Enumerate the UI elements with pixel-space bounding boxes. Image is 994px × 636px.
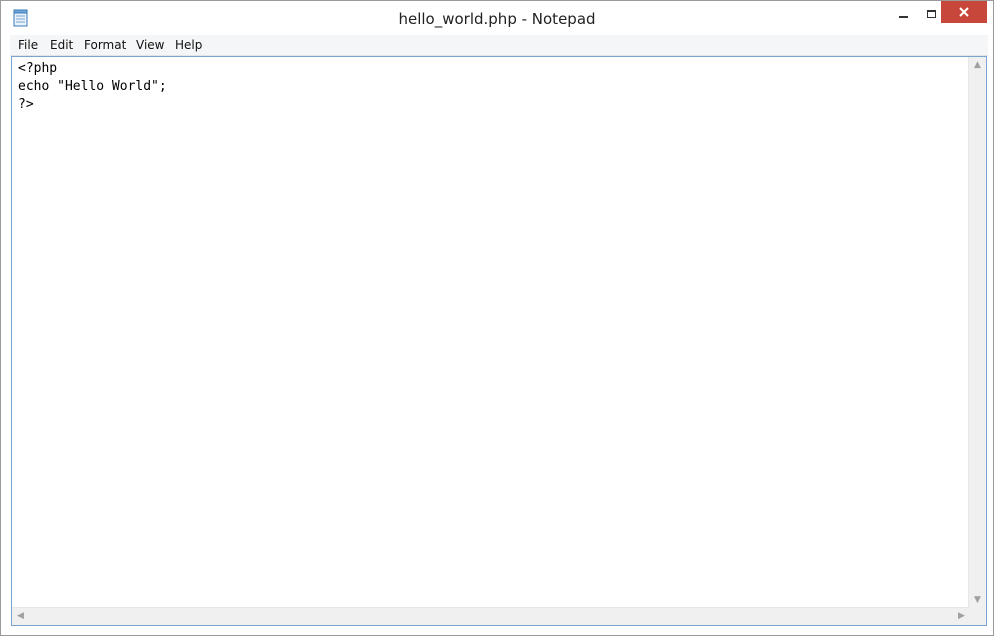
menu-edit[interactable]: Edit [50, 38, 73, 52]
menu-file[interactable]: File [18, 38, 38, 52]
menu-format[interactable]: Format [84, 38, 126, 52]
scroll-up-icon[interactable]: ▲ [969, 57, 986, 74]
scroll-down-icon[interactable]: ▼ [969, 592, 986, 609]
notepad-window: hello_world.php - Notepad File Edit Form… [0, 0, 994, 636]
window-title: hello_world.php - Notepad [398, 10, 596, 28]
vertical-scrollbar[interactable]: ▲ ▼ [968, 57, 986, 609]
scroll-right-icon[interactable]: ▶ [953, 608, 970, 625]
horizontal-scrollbar[interactable]: ◀ ▶ [12, 607, 970, 625]
scroll-left-icon[interactable]: ◀ [12, 608, 29, 625]
scrollbar-corner [969, 608, 986, 625]
close-icon [959, 7, 969, 17]
close-button[interactable] [941, 1, 987, 23]
title-bar[interactable]: hello_world.php - Notepad [1, 1, 993, 35]
menu-view[interactable]: View [136, 38, 164, 52]
menu-bar: File Edit Format View Help [10, 35, 988, 56]
editor-content[interactable]: <?php echo "Hello World"; ?> [18, 60, 968, 608]
text-editor[interactable]: <?php echo "Hello World"; ?> ▲ ▼ ◀ ▶ [11, 56, 987, 626]
minimize-button[interactable] [889, 1, 917, 23]
menu-help[interactable]: Help [175, 38, 202, 52]
